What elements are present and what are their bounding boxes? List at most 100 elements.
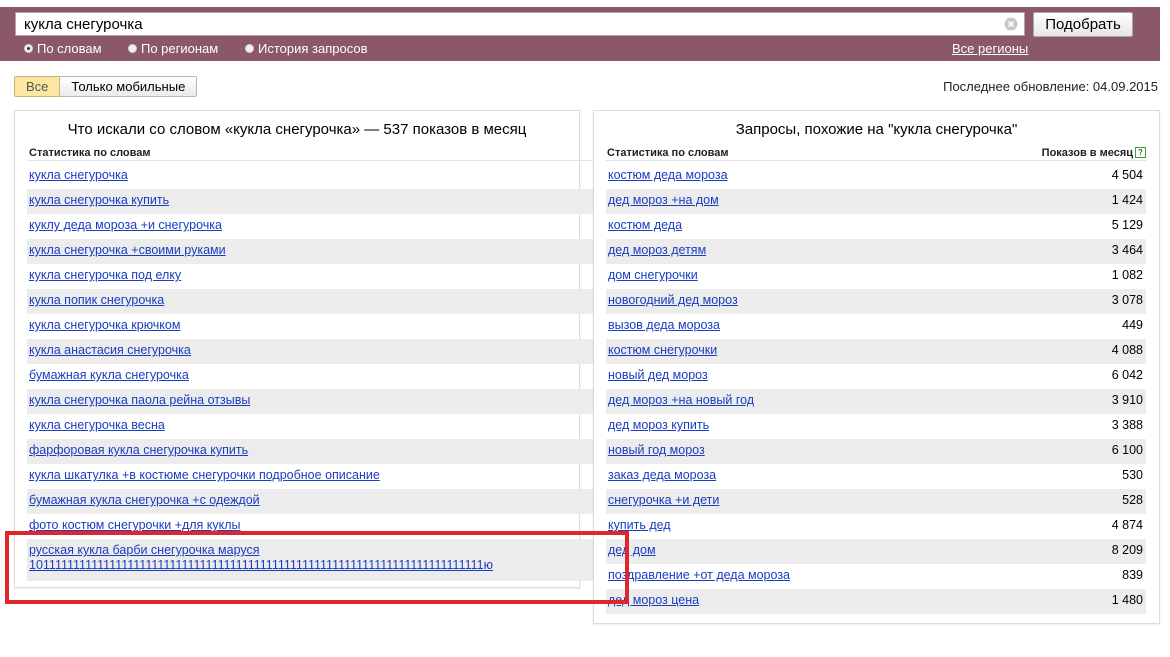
query-link[interactable]: новый год мороз [606, 443, 705, 457]
query-link[interactable]: кукла снегурочка крючком [27, 318, 180, 332]
table-row: купить дед 4 874 [606, 514, 1146, 539]
all-regions-link[interactable]: Все регионы [952, 41, 1028, 56]
list-item: кукла снегурочка [27, 164, 597, 189]
help-icon[interactable]: ? [1135, 147, 1146, 158]
query-link[interactable]: дед дом [606, 543, 656, 557]
table-row: заказ деда мороза 530 [606, 464, 1146, 489]
query-link[interactable]: бумажная кукла снегурочка +с одеждой [27, 493, 260, 507]
table-row: костюм деда 5 129 [606, 214, 1146, 239]
query-link[interactable]: новый дед мороз [606, 368, 708, 382]
list-item: кукла попик снегурочка [27, 289, 597, 314]
query-link[interactable]: кукла анастасия снегурочка [27, 343, 191, 357]
query-link[interactable]: дед мороз купить [606, 418, 709, 432]
table-row: новый год мороз 6 100 [606, 439, 1146, 464]
query-link[interactable]: кукла снегурочка весна [27, 418, 165, 432]
radio-dot-icon[interactable] [128, 44, 137, 53]
table-row: дед дом 8 209 [606, 539, 1146, 564]
impressions-count: 3 464 [1111, 243, 1143, 257]
radio-dot-icon[interactable] [245, 44, 254, 53]
tab-all[interactable]: Все [14, 76, 61, 97]
radio-dot-icon[interactable] [24, 44, 33, 53]
table-row: костюм деда мороза 4 504 [606, 164, 1146, 189]
query-link[interactable]: кукла снегурочка паола рейна отзывы [27, 393, 250, 407]
left-panel: Что искали со словом «кукла снегурочка» … [14, 110, 597, 588]
query-link[interactable]: фото костюм снегурочки +для куклы [27, 518, 241, 532]
query-link[interactable]: костюм снегурочки [606, 343, 717, 357]
query-link[interactable]: кукла снегурочка +своими руками [27, 243, 226, 257]
impressions-count: 3 910 [1111, 393, 1143, 407]
query-link[interactable]: дом снегурочки [606, 268, 698, 282]
count-column-header: Показов в месяц [1041, 147, 1133, 159]
impressions-count: 4 088 [1111, 343, 1143, 357]
table-row: костюм снегурочки 4 088 [606, 339, 1146, 364]
query-link[interactable]: новогодний дед мороз [606, 293, 738, 307]
clear-icon[interactable] [1004, 17, 1018, 31]
query-link[interactable]: костюм деда мороза [606, 168, 728, 182]
query-link[interactable]: снегурочка +и дети [606, 493, 719, 507]
header-divider [606, 160, 1146, 161]
query-link[interactable]: кукла снегурочка под елку [27, 268, 181, 282]
radio-by-words[interactable]: По словам [24, 41, 102, 56]
impressions-count: 528 [1122, 493, 1143, 507]
query-link[interactable]: кукла попик снегурочка [27, 293, 164, 307]
impressions-count: 449 [1122, 318, 1143, 332]
table-row: новогодний дед мороз 3 078 [606, 289, 1146, 314]
table-row: дед мороз детям 3 464 [606, 239, 1146, 264]
query-link[interactable]: дед мороз цена [606, 593, 699, 607]
submit-button[interactable]: Подобрать [1033, 12, 1133, 37]
query-link[interactable]: фарфоровая кукла снегурочка купить [27, 443, 248, 457]
impressions-count: 6 100 [1111, 443, 1143, 457]
query-link[interactable]: кукла снегурочка [27, 168, 128, 182]
query-link[interactable]: бумажная кукла снегурочка [27, 368, 189, 382]
last-update-text: Последнее обновление: 04.09.2015 [943, 79, 1158, 94]
search-box[interactable] [15, 12, 1025, 36]
query-link[interactable]: русская кукла барби снегурочка маруся [27, 543, 597, 558]
query-link[interactable]: костюм деда [606, 218, 682, 232]
impressions-count: 530 [1122, 468, 1143, 482]
list-item-overflow: русская кукла барби снегурочка маруся 10… [27, 539, 597, 581]
list-item: фарфоровая кукла снегурочка купить [27, 439, 597, 464]
query-link[interactable]: кукла снегурочка купить [27, 193, 169, 207]
impressions-count: 6 042 [1111, 368, 1143, 382]
table-row: снегурочка +и дети 528 [606, 489, 1146, 514]
header-divider [27, 160, 597, 161]
list-item: кукла снегурочка паола рейна отзывы [27, 389, 597, 414]
query-link-overflow[interactable]: 1011111111111111111111111111111111111111… [27, 558, 597, 573]
query-link[interactable]: дед мороз +на новый год [606, 393, 754, 407]
list-item: кукла снегурочка весна [27, 414, 597, 439]
query-link[interactable]: вызов деда мороза [606, 318, 720, 332]
table-row: дед мороз цена 1 480 [606, 589, 1146, 614]
query-link[interactable]: дед мороз +на дом [606, 193, 719, 207]
table-row: поздравление +от деда мороза 839 [606, 564, 1146, 589]
query-link[interactable]: кукла шкатулка +в костюме снегурочки под… [27, 468, 380, 482]
radio-query-history[interactable]: История запросов [245, 41, 368, 56]
query-link[interactable]: куклу деда мороза +и снегурочка [27, 218, 222, 232]
list-item: бумажная кукла снегурочка +с одеждой [27, 489, 597, 514]
radio-label: По словам [37, 41, 102, 56]
query-link[interactable]: поздравление +от деда мороза [606, 568, 790, 582]
table-row: новый дед мороз 6 042 [606, 364, 1146, 389]
search-header-arrow [1135, 7, 1160, 61]
impressions-count: 1 082 [1111, 268, 1143, 282]
query-link[interactable]: дед мороз детям [606, 243, 706, 257]
impressions-count: 4 874 [1111, 518, 1143, 532]
list-item: кукла анастасия снегурочка [27, 339, 597, 364]
tab-mobile-only[interactable]: Только мобильные [60, 76, 198, 97]
impressions-count: 1 480 [1111, 593, 1143, 607]
impressions-count: 839 [1122, 568, 1143, 582]
radio-by-regions[interactable]: По регионам [128, 41, 218, 56]
query-link[interactable]: купить дед [606, 518, 671, 532]
right-panel-title: Запросы, похожие на "кукла снегурочка" [735, 121, 1018, 138]
impressions-count: 3 388 [1111, 418, 1143, 432]
list-item: фото костюм снегурочки +для куклы [27, 514, 597, 539]
table-row: дед мороз +на новый год 3 910 [606, 389, 1146, 414]
search-input[interactable] [24, 15, 984, 33]
list-item: кукла шкатулка +в костюме снегурочки под… [27, 464, 597, 489]
list-item: кукла снегурочка купить [27, 189, 597, 214]
query-link[interactable]: заказ деда мороза [606, 468, 716, 482]
right-panel: Запросы, похожие на "кукла снегурочка" С… [593, 110, 1160, 624]
impressions-count: 5 129 [1111, 218, 1143, 232]
table-row: вызов деда мороза 449 [606, 314, 1146, 339]
radio-label: История запросов [258, 41, 368, 56]
impressions-count: 4 504 [1111, 168, 1143, 182]
